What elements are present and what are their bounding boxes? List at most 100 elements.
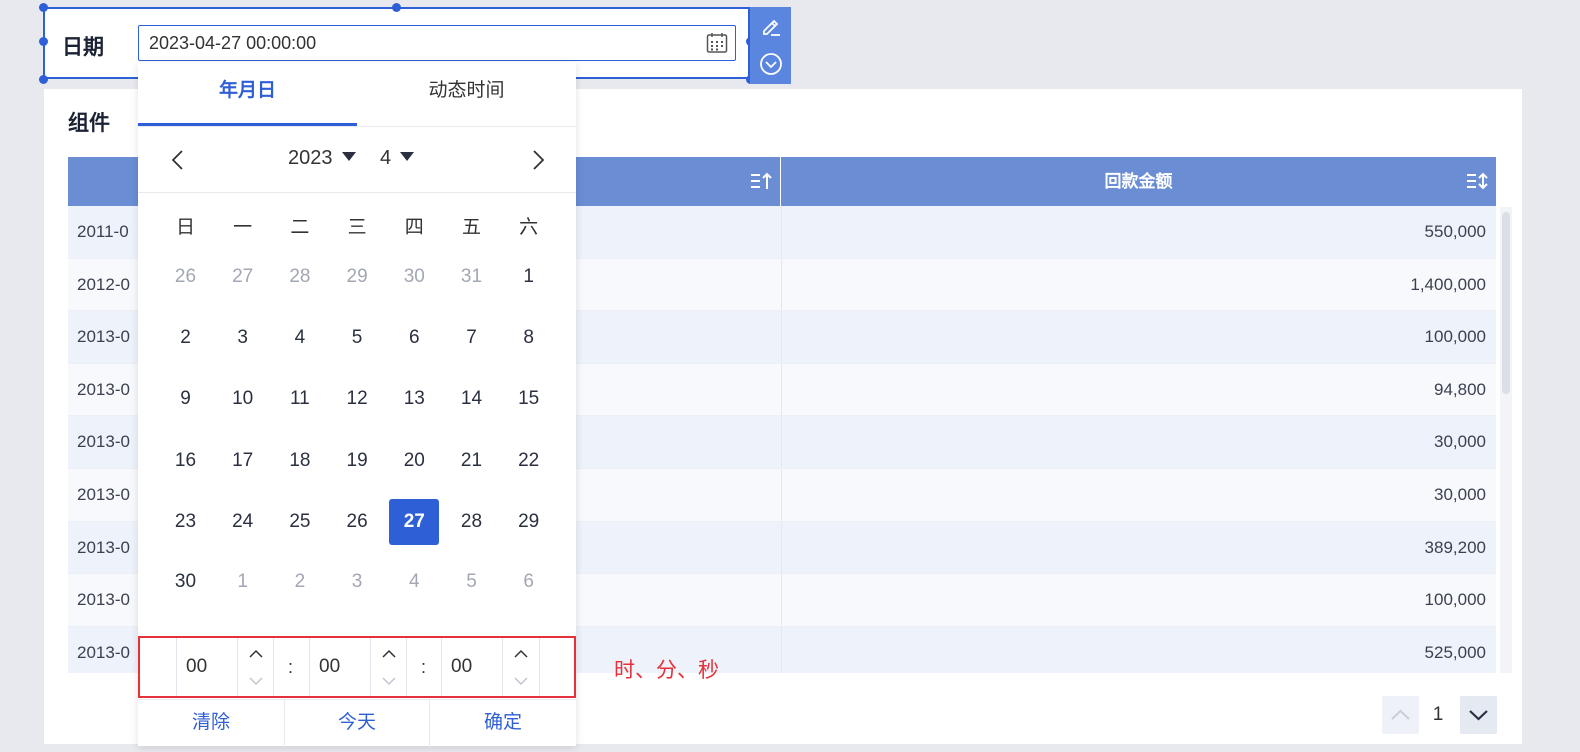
- day-cell[interactable]: 12: [332, 376, 382, 422]
- weekday-label: 日: [175, 217, 195, 238]
- day-cell[interactable]: 28: [275, 254, 325, 300]
- day-cell[interactable]: 16: [161, 438, 211, 484]
- second-spinner[interactable]: 00: [441, 638, 540, 696]
- second-value[interactable]: 00: [451, 638, 472, 696]
- chevron-down-icon[interactable]: [513, 675, 529, 687]
- day-cell[interactable]: 7: [447, 315, 497, 361]
- day-cell[interactable]: 30: [389, 254, 439, 300]
- minute-spinner[interactable]: 00: [309, 638, 407, 696]
- chevron-left-icon[interactable]: [170, 149, 186, 171]
- weekday-label: 六: [519, 217, 539, 238]
- edit-icon[interactable]: [759, 14, 783, 38]
- hour-spinner[interactable]: 00: [176, 638, 274, 696]
- day-cell[interactable]: 13: [389, 376, 439, 422]
- day-cell[interactable]: 14: [447, 376, 497, 422]
- day-cell[interactable]: 22: [504, 438, 554, 484]
- day-cell[interactable]: 10: [218, 376, 268, 422]
- cell-amount: 100,000: [781, 311, 1488, 363]
- day-cell[interactable]: 6: [389, 315, 439, 361]
- day-cell[interactable]: 21: [447, 438, 497, 484]
- minute-value[interactable]: 00: [319, 638, 340, 696]
- day-cell[interactable]: 29: [332, 254, 382, 300]
- weekday-label: 三: [347, 217, 367, 238]
- scrollbar-thumb[interactable]: [1502, 212, 1510, 394]
- day-cell[interactable]: 18: [275, 438, 325, 484]
- day-cell[interactable]: 24: [218, 499, 268, 545]
- month-select[interactable]: 4: [380, 147, 415, 170]
- day-cell[interactable]: 1: [218, 559, 268, 605]
- day-cell[interactable]: 23: [161, 499, 211, 545]
- panel-title: 组件: [68, 112, 110, 135]
- calendar-icon[interactable]: [706, 32, 728, 54]
- resize-handle[interactable]: [392, 3, 401, 12]
- day-cell[interactable]: 31: [447, 254, 497, 300]
- chevron-up-icon[interactable]: [513, 648, 529, 660]
- resize-handle[interactable]: [39, 37, 48, 46]
- page-number: 1: [1432, 704, 1444, 725]
- cell-amount-value: 100,000: [1424, 590, 1486, 610]
- dropdown-circle-icon[interactable]: [759, 52, 783, 76]
- cell-amount: 30,000: [781, 416, 1488, 468]
- day-cell[interactable]: 6: [504, 559, 554, 605]
- day-cell[interactable]: 11: [275, 376, 325, 422]
- day-cell[interactable]: 4: [275, 315, 325, 361]
- month-navigation: 2023 4: [138, 127, 576, 193]
- chevron-right-icon[interactable]: [530, 149, 546, 171]
- caret-down-icon: [400, 152, 415, 162]
- cell-amount-value: 525,000: [1424, 642, 1486, 662]
- chevron-down-icon[interactable]: [381, 675, 397, 687]
- day-cell[interactable]: 28: [447, 499, 497, 545]
- column-header-amount[interactable]: 回款金额: [781, 157, 1496, 206]
- day-cell[interactable]: 1: [504, 254, 554, 300]
- day-cell[interactable]: 15: [504, 376, 554, 422]
- chevron-down-icon: [1469, 710, 1488, 721]
- day-cell[interactable]: 27: [218, 254, 268, 300]
- day-cell[interactable]: 20: [389, 438, 439, 484]
- day-cell[interactable]: 29: [504, 499, 554, 545]
- resize-handle[interactable]: [39, 75, 48, 84]
- time-separator: :: [288, 657, 294, 677]
- day-cell[interactable]: 30: [161, 559, 211, 605]
- chevron-up-icon[interactable]: [381, 648, 397, 660]
- day-cell[interactable]: 17: [218, 438, 268, 484]
- confirm-button[interactable]: 确定: [430, 700, 576, 747]
- sort-both-icon[interactable]: [1466, 171, 1488, 191]
- day-cell[interactable]: 4: [389, 559, 439, 605]
- date-input[interactable]: 2023-04-27 00:00:00: [138, 25, 736, 61]
- chevron-up-icon[interactable]: [248, 648, 264, 660]
- day-cell[interactable]: 8: [504, 315, 554, 361]
- chevron-down-icon[interactable]: [248, 675, 264, 687]
- day-cell[interactable]: 5: [332, 315, 382, 361]
- tab-dynamic-time[interactable]: 动态时间: [357, 62, 576, 126]
- tab-date[interactable]: 年月日: [138, 62, 357, 126]
- cell-amount-value: 100,000: [1424, 327, 1486, 347]
- resize-handle[interactable]: [39, 3, 48, 12]
- widget-toolbar: [750, 7, 791, 84]
- day-cell[interactable]: 19: [332, 438, 382, 484]
- day-cell[interactable]: 3: [218, 315, 268, 361]
- widget-label: 日期: [62, 36, 104, 59]
- column-header-amount-label: 回款金额: [1104, 172, 1173, 191]
- cell-amount: 94,800: [781, 363, 1488, 415]
- chevron-up-icon: [1391, 709, 1410, 720]
- today-button[interactable]: 今天: [285, 700, 430, 747]
- day-cell[interactable]: 2: [161, 315, 211, 361]
- day-cell[interactable]: 9: [161, 376, 211, 422]
- sort-asc-icon[interactable]: [750, 171, 772, 191]
- page-prev-button[interactable]: [1382, 696, 1419, 734]
- time-picker: 00 : 00 : 00: [138, 636, 576, 698]
- year-select[interactable]: 2023: [288, 147, 356, 170]
- cell-amount-value: 550,000: [1424, 222, 1486, 241]
- clear-button[interactable]: 清除: [138, 700, 285, 747]
- day-cell-selected[interactable]: 27: [389, 499, 440, 545]
- day-cell[interactable]: 26: [161, 254, 211, 300]
- page-next-button[interactable]: [1460, 696, 1497, 734]
- day-cell[interactable]: 3: [332, 559, 382, 605]
- hour-value[interactable]: 00: [186, 638, 207, 696]
- day-cell[interactable]: 25: [275, 499, 325, 545]
- cell-amount: 389,200: [781, 521, 1488, 573]
- day-cell[interactable]: 26: [332, 499, 382, 545]
- cell-amount: 100,000: [781, 574, 1488, 626]
- day-cell[interactable]: 5: [447, 559, 497, 605]
- day-cell[interactable]: 2: [275, 559, 325, 605]
